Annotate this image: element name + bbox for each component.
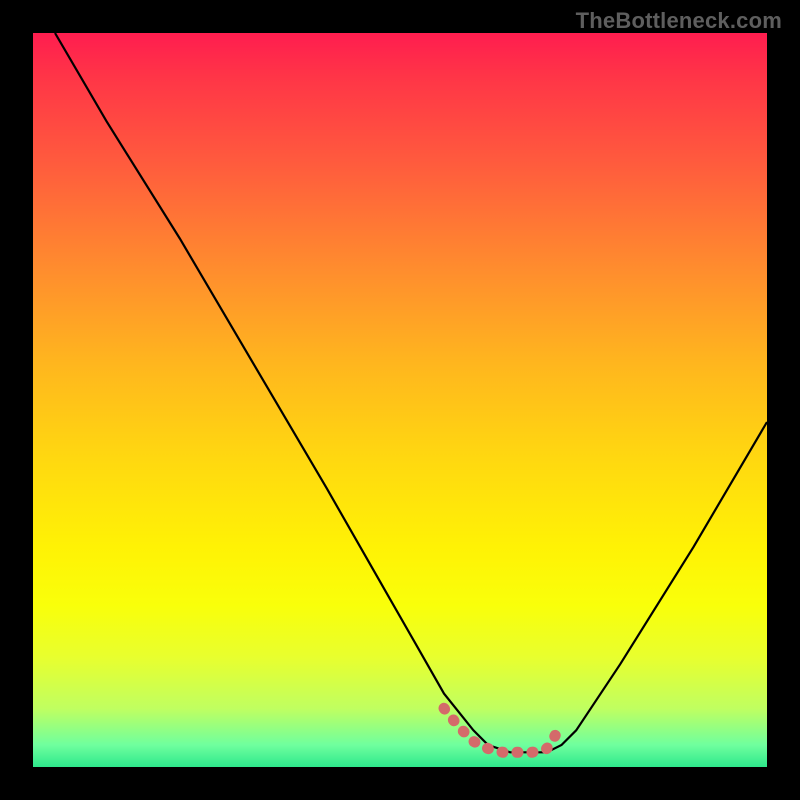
watermark-text: TheBottleneck.com [576,8,782,34]
plot-area [33,33,767,767]
bottleneck-curve [55,33,767,752]
curve-layer [33,33,767,767]
chart-frame: TheBottleneck.com [0,0,800,800]
